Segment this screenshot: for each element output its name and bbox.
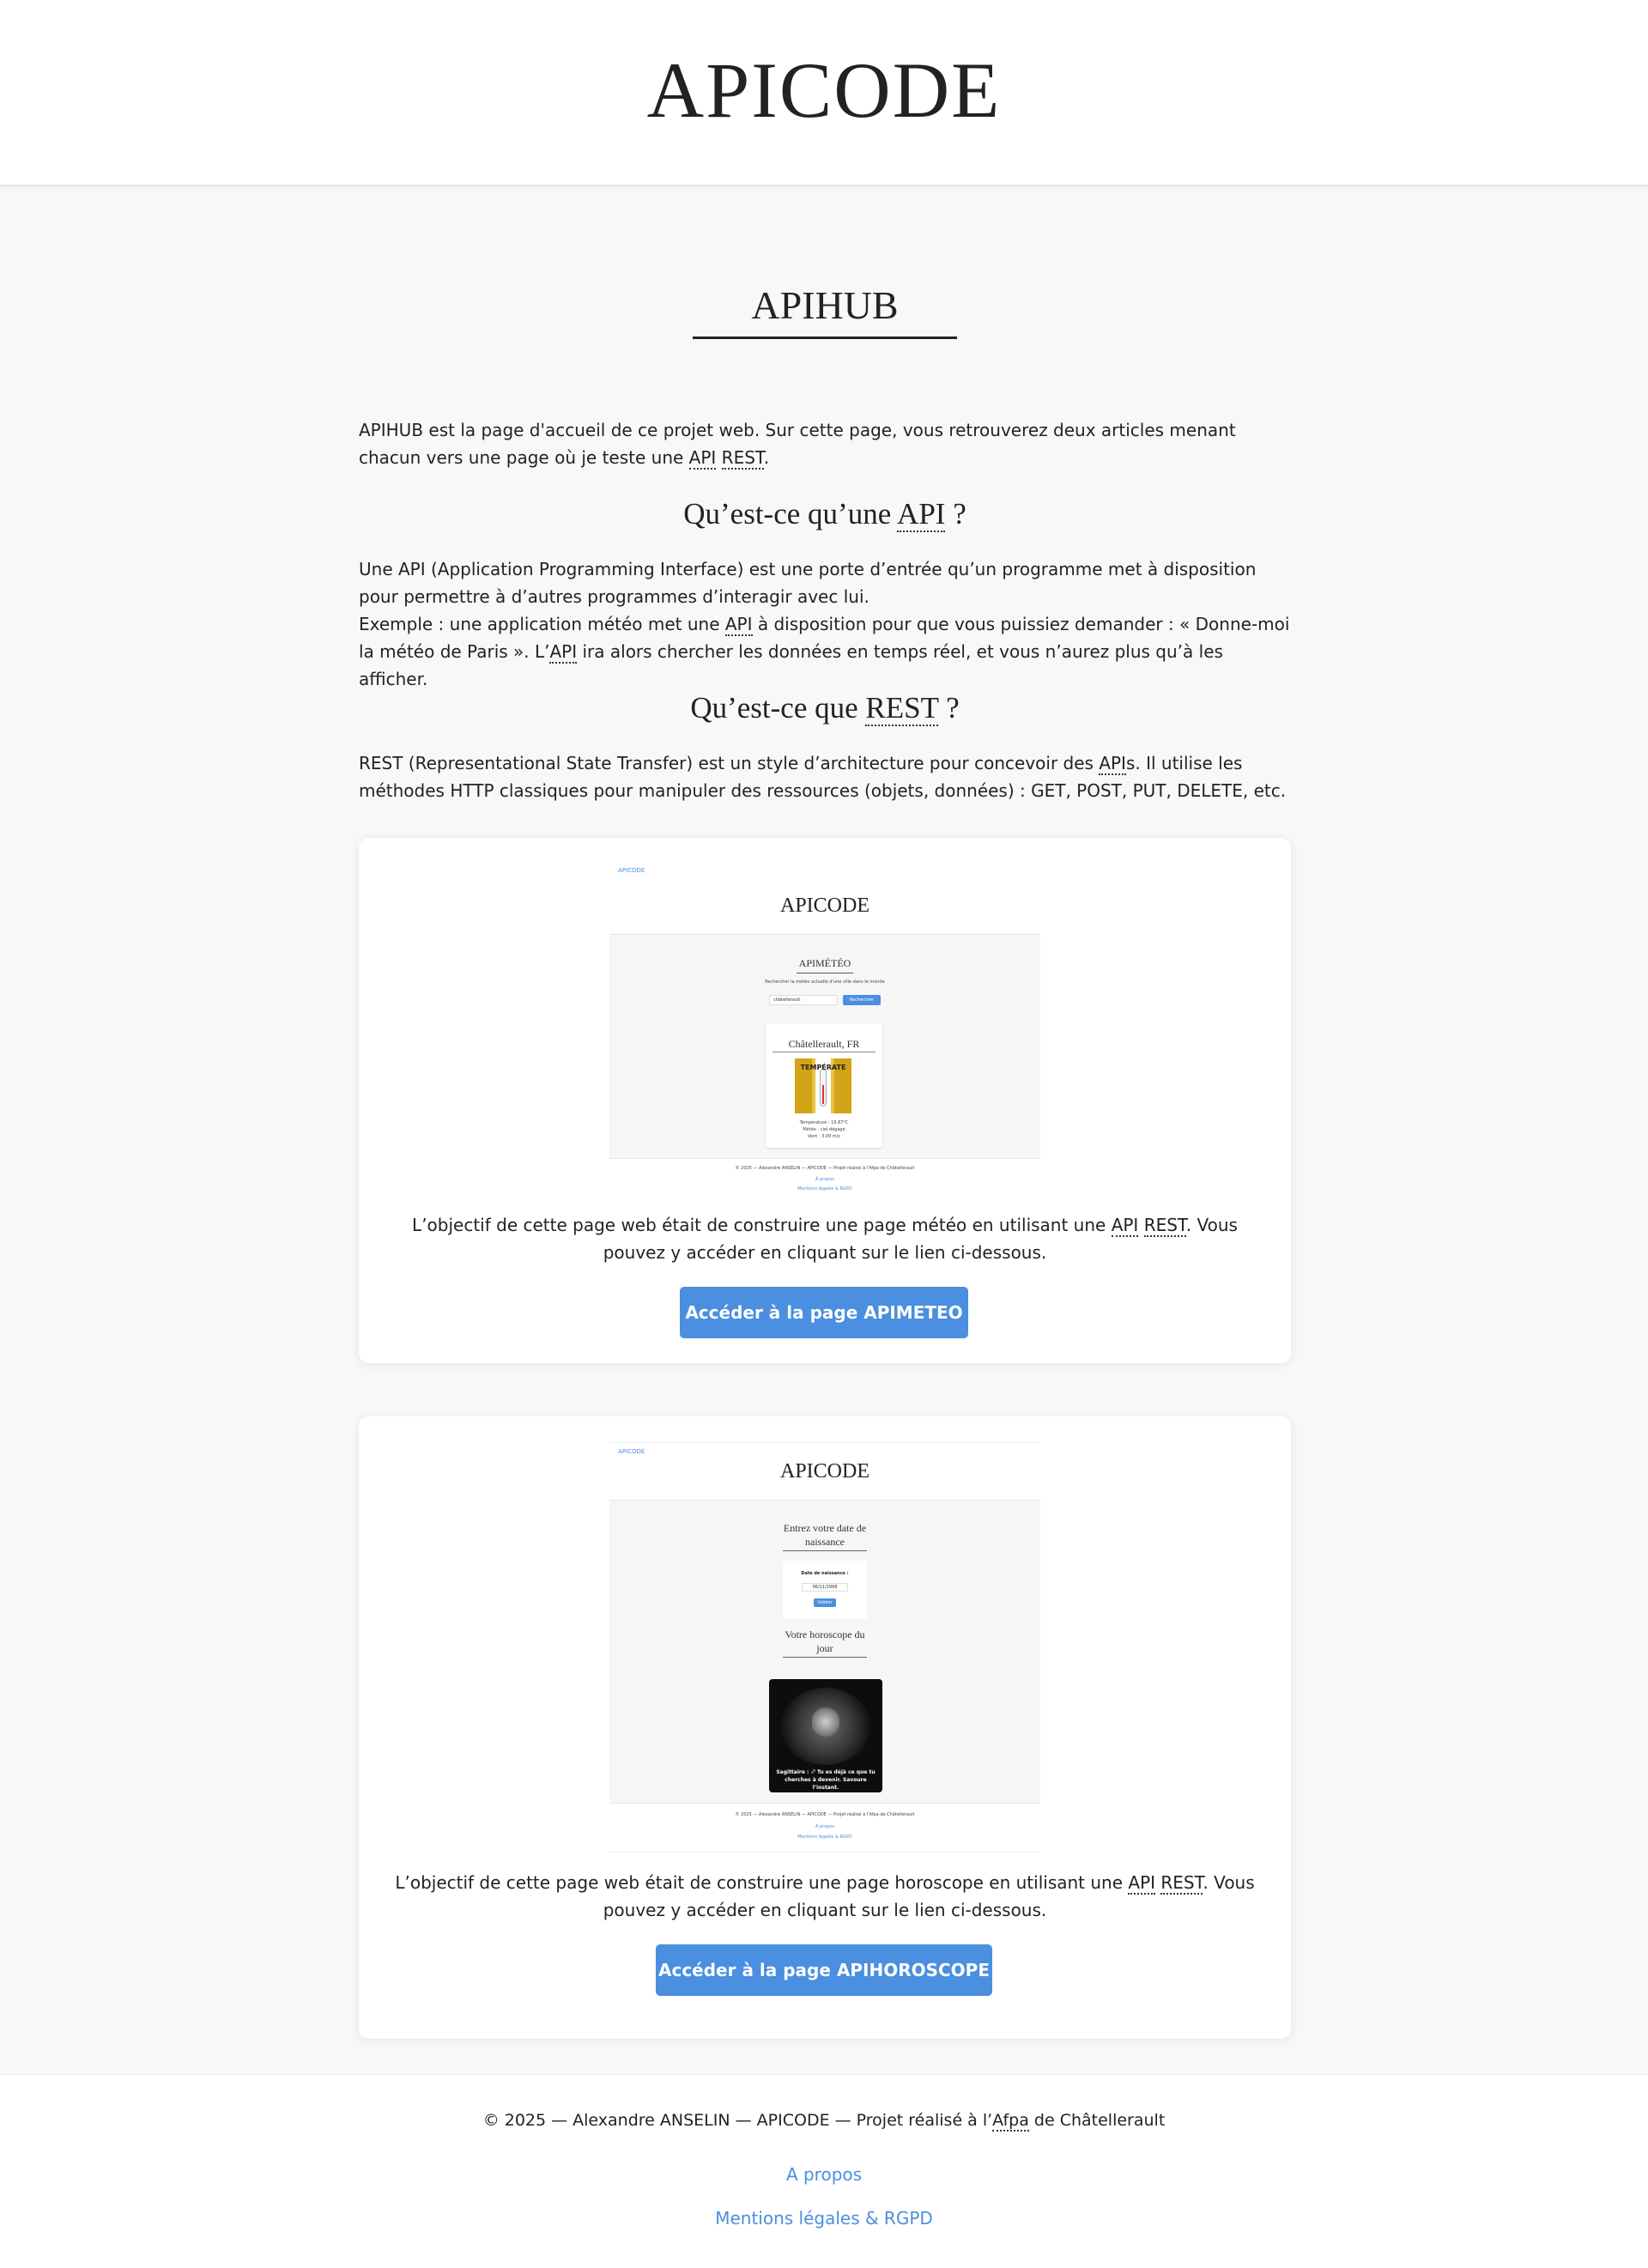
temperature-icon: TEMPÉRATE — [795, 1058, 851, 1113]
preview-footer-link: Mentions légales & RGPD — [797, 1186, 852, 1192]
preview-submit-button: Valider — [814, 1598, 836, 1607]
preview-date-input: 06/11/1998 — [802, 1583, 848, 1592]
apimeteo-preview-image: APICODE APICODE APIMÉTÉO Rechercher la m… — [609, 857, 1040, 1193]
preview-logo: APICODE — [618, 1448, 645, 1455]
apihoroscope-link-button[interactable]: Accéder à la page APIHOROSCOPE — [656, 1944, 992, 1996]
heading-text: ? — [945, 497, 966, 531]
preview-heading-underline — [783, 1550, 867, 1551]
thermometer-mercury — [822, 1085, 824, 1104]
preview-horoscope-caption: Sagittaire : ♐ Tu es déjà ce que tu cher… — [776, 1769, 876, 1791]
preview-birthdate-form: Date de naissance : 06/11/1998 Valider — [783, 1561, 867, 1619]
abbr-api: API — [897, 497, 946, 532]
preview-heading: APIMÉTÉO — [798, 957, 851, 969]
apimeteo-link-button[interactable]: Accéder à la page APIMETEO — [680, 1287, 968, 1338]
card-apimeteo-text: L’objectif de cette page web était de co… — [385, 1211, 1265, 1266]
thermometer-icon — [820, 1069, 827, 1107]
abbr-rest: REST — [865, 691, 939, 726]
api-definition: Une API (Application Programming Interfa… — [359, 555, 1291, 693]
footer-link-about[interactable]: A propos — [0, 2164, 1648, 2185]
page-title-wrap: APIHUB — [359, 282, 1291, 339]
card-apihoroscope: APICODE APICODE Entrez votre date de nai… — [359, 1416, 1291, 2039]
zodiac-sagittarius-image: Sagittaire : ♐ Tu es déjà ce que tu cher… — [769, 1679, 882, 1792]
rest-definition: REST (Representational State Transfer) e… — [359, 749, 1291, 804]
abbr-rest: REST — [1160, 1872, 1203, 1895]
rest-text: REST (Representational State Transfer) e… — [359, 753, 1100, 773]
intro-text: APIHUB est la page d'accueil de ce proje… — [359, 420, 1236, 468]
page-title: APIHUB — [693, 282, 957, 339]
preview-heading: Votre horoscope du jour — [785, 1628, 865, 1654]
preview-search-input: châtellerault — [769, 995, 838, 1005]
intro-paragraph: APIHUB est la page d'accueil de ce proje… — [359, 416, 1291, 471]
preview-footer: © 2025 — Alexandre ANSELIN — APICODE — P… — [735, 1166, 915, 1171]
preview-body: Entrez votre date de naissance Date de n… — [609, 1500, 1040, 1804]
intro-end: . — [763, 447, 770, 468]
preview-stat: Vent : 3.09 m/s — [808, 1134, 840, 1139]
card-text: L’objectif de cette page web était de co… — [412, 1215, 1112, 1235]
preview-subtitle: Rechercher la météo actuelle d'une ville… — [765, 979, 885, 985]
preview-badge: TEMPÉRATE — [800, 1064, 846, 1071]
footer-link-legal[interactable]: Mentions légales & RGPD — [0, 2208, 1648, 2229]
footer-copy-text: de Châtellerault — [1028, 2111, 1166, 2130]
abbr-rest: REST — [1143, 1215, 1186, 1237]
api-example-text: Exemple : une application météo met une — [359, 614, 725, 634]
abbr-api: API — [1111, 1215, 1139, 1237]
preview-form-label: Date de naissance : — [801, 1571, 849, 1576]
heading-what-is-api: Qu’est-ce qu’une API ? — [359, 497, 1291, 532]
abbr-api: API — [1099, 753, 1126, 775]
abbr-api: API — [688, 447, 717, 470]
footer-copy-text: © 2025 — Alexandre ANSELIN — APICODE — P… — [482, 2111, 993, 2130]
card-text: L’objectif de cette page web était de co… — [395, 1872, 1129, 1893]
abbr-api: API — [724, 614, 753, 636]
preview-city: Châtellerault, FR — [788, 1038, 860, 1050]
preview-footer-link: Mentions légales & RGPD — [797, 1834, 852, 1840]
heading-what-is-rest: Qu’est-ce que REST ? — [359, 691, 1291, 726]
preview-body: APIMÉTÉO Rechercher la météo actuelle d'… — [609, 934, 1040, 1159]
abbr-api: API — [549, 641, 578, 664]
site-header: APICODE — [0, 0, 1648, 186]
abbr-afpa: Afpa — [992, 2111, 1029, 2132]
abbr-rest: REST — [721, 447, 764, 470]
heading-text: Qu’est-ce qu’une — [683, 497, 898, 531]
footer-copyright: © 2025 — Alexandre ANSELIN — APICODE — P… — [0, 2111, 1648, 2132]
preview-search-button: Rechercher — [843, 995, 881, 1005]
preview-site-title: APICODE — [779, 1460, 869, 1483]
api-definition-text: Une API (Application Programming Interfa… — [359, 559, 1257, 607]
card-apimeteo: APICODE APICODE APIMÉTÉO Rechercher la m… — [359, 838, 1291, 1363]
preview-logo: APICODE — [618, 867, 645, 874]
preview-heading-underline — [783, 1657, 867, 1658]
preview-footer: © 2025 — Alexandre ANSELIN — APICODE — P… — [735, 1812, 915, 1817]
preview-stat: Météo : ciel dégagé — [803, 1127, 845, 1132]
centaur-icon — [812, 1705, 839, 1739]
preview-site-title: APICODE — [779, 894, 869, 917]
preview-stat: Température : 19.87°C — [799, 1120, 849, 1125]
heading-text: Qu’est-ce que — [690, 691, 866, 725]
apihoroscope-preview-image: APICODE APICODE Entrez votre date de nai… — [609, 1442, 1040, 1853]
preview-heading: Entrez votre date de naissance — [783, 1522, 867, 1548]
preview-footer-link: À propos — [815, 1824, 835, 1829]
preview-weather-card: Châtellerault, FR TEMPÉRATE Température … — [766, 1024, 882, 1148]
site-title: APICODE — [646, 45, 1002, 134]
abbr-api: API — [1128, 1872, 1156, 1895]
site-footer: © 2025 — Alexandre ANSELIN — APICODE — P… — [0, 2074, 1648, 2268]
preview-footer-link: À propos — [815, 1177, 835, 1182]
heading-text: ? — [938, 691, 960, 725]
card-apihoroscope-text: L’objectif de cette page web était de co… — [385, 1869, 1265, 1924]
